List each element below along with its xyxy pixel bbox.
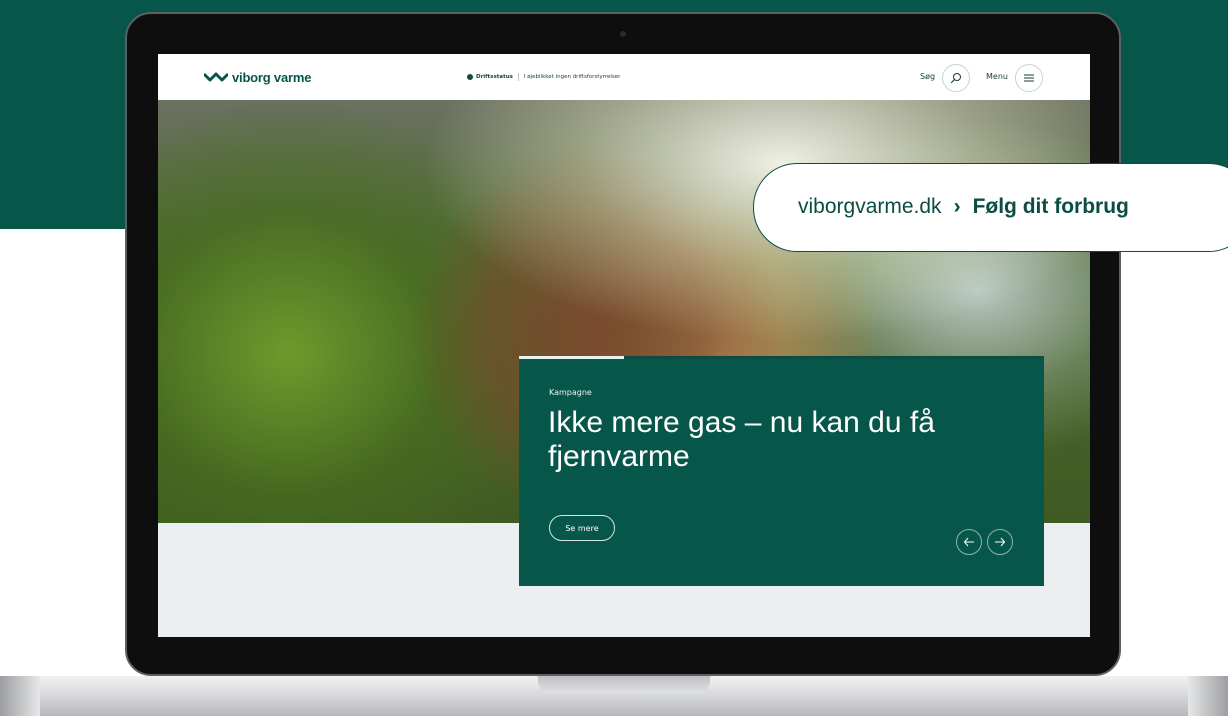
callout-separator-icon: › <box>953 195 961 218</box>
status-dot-icon <box>467 74 473 80</box>
url-callout-bubble: viborgvarme.dk › Følg dit forbrug <box>753 163 1228 252</box>
viborg-varme-logo-icon <box>204 72 228 82</box>
campaign-title: Ikke mere gas – nu kan du få fjernvarme <box>548 406 935 473</box>
see-more-button[interactable]: Se mere <box>549 515 615 541</box>
webcam-icon <box>620 31 626 37</box>
status-text: I øjeblikket ingen driftsforstyrrelser <box>523 74 621 80</box>
menu-label[interactable]: Menu <box>986 72 1008 81</box>
campaign-panel: Kampagne Ikke mere gas – nu kan du få fj… <box>519 356 1044 586</box>
status-divider <box>517 73 519 81</box>
search-button[interactable] <box>942 64 970 92</box>
hamburger-menu-icon <box>1024 74 1034 82</box>
laptop-base-left-edge <box>0 676 40 716</box>
menu-button[interactable] <box>1015 64 1043 92</box>
arrow-right-icon <box>995 537 1006 547</box>
campaign-kicker: Kampagne <box>549 388 592 397</box>
slide-progress-track <box>519 356 1044 359</box>
laptop-hinge-notch <box>538 676 710 693</box>
search-label[interactable]: Søg <box>920 72 935 81</box>
status-label: Driftsstatus <box>476 74 513 80</box>
callout-domain: viborgvarme.dk <box>798 195 942 218</box>
next-slide-button[interactable] <box>987 529 1013 555</box>
callout-page: Følg dit forbrug <box>972 195 1129 218</box>
site-header: viborg varme Driftsstatus I øjeblikket i… <box>158 54 1090 100</box>
slide-progress-fill <box>519 356 624 359</box>
laptop-base-right-edge <box>1188 676 1228 716</box>
operation-status[interactable]: Driftsstatus I øjeblikket ingen driftsfo… <box>467 71 620 83</box>
laptop-screen: viborg varme Driftsstatus I øjeblikket i… <box>158 54 1090 637</box>
logo-text: viborg varme <box>232 69 312 85</box>
previous-slide-button[interactable] <box>956 529 982 555</box>
url-callout-text: viborgvarme.dk › Følg dit forbrug <box>798 195 1129 219</box>
arrow-left-icon <box>963 537 974 547</box>
search-icon <box>950 73 961 84</box>
site-logo[interactable]: viborg varme <box>204 69 311 85</box>
